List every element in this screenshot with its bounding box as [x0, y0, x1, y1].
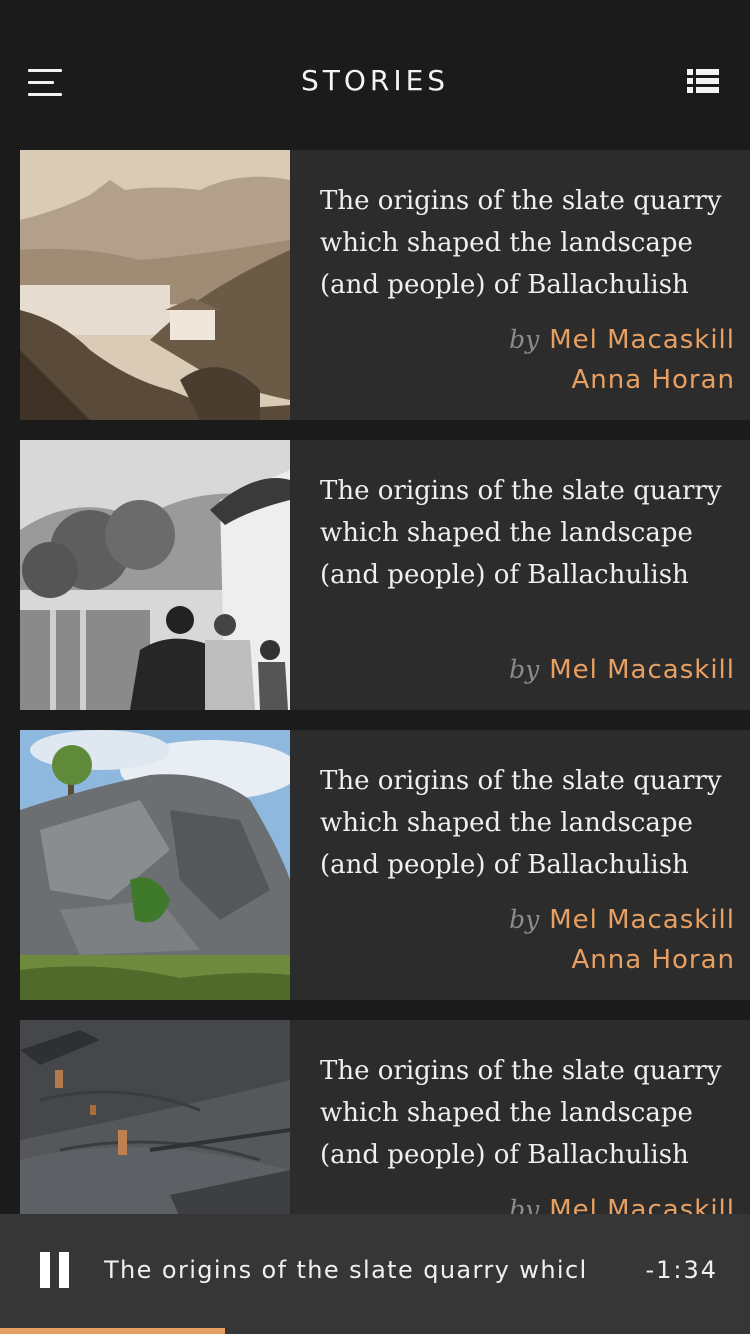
author-line: by Mel Macaskill — [509, 655, 735, 685]
story-title: The origins of the slate quarry which sh… — [320, 1056, 722, 1170]
author-name[interactable]: Mel Macaskill — [549, 325, 735, 355]
author-name[interactable]: Anna Horan — [509, 940, 735, 980]
pause-icon[interactable] — [40, 1252, 70, 1288]
story-authors: by Mel Macaskill — [509, 650, 735, 690]
story-authors: by Mel Macaskill Anna Horan — [509, 900, 735, 980]
app-header: STORIES — [0, 0, 750, 150]
author-line: by Mel Macaskill — [509, 1195, 735, 1214]
story-card[interactable]: The origins of the slate quarry which sh… — [20, 150, 750, 420]
audio-player-bar[interactable]: The origins of the slate quarry which -1… — [0, 1214, 750, 1334]
progress-bar[interactable] — [0, 1328, 750, 1334]
by-label: by — [509, 655, 540, 684]
by-label: by — [509, 1195, 540, 1214]
author-name[interactable]: Mel Macaskill — [549, 655, 735, 685]
story-card[interactable]: The origins of the slate quarry which sh… — [20, 1020, 750, 1214]
author-line: by Mel Macaskill — [509, 325, 735, 355]
story-authors: by Mel Macaskill Anna Horan — [509, 320, 735, 400]
story-thumbnail — [20, 1020, 290, 1214]
author-name[interactable]: Mel Macaskill — [549, 905, 735, 935]
story-title: The origins of the slate quarry which sh… — [320, 476, 722, 590]
author-line: by Mel Macaskill — [509, 905, 735, 935]
by-label: by — [509, 905, 540, 934]
author-name[interactable]: Mel Macaskill — [549, 1195, 735, 1214]
story-thumbnail — [20, 730, 290, 1000]
author-name[interactable]: Anna Horan — [509, 360, 735, 400]
story-title: The origins of the slate quarry which sh… — [320, 766, 722, 880]
page-title: STORIES — [300, 64, 450, 97]
story-thumbnail — [20, 150, 290, 420]
story-list[interactable]: The origins of the slate quarry which sh… — [20, 150, 750, 1214]
progress-fill — [0, 1328, 225, 1334]
list-view-icon[interactable] — [687, 69, 719, 93]
now-playing-title: The origins of the slate quarry which — [104, 1256, 584, 1284]
story-authors: by Mel Macaskill — [509, 1190, 735, 1214]
story-card[interactable]: The origins of the slate quarry which sh… — [20, 730, 750, 1000]
story-title: The origins of the slate quarry which sh… — [320, 186, 722, 300]
by-label: by — [509, 325, 540, 354]
story-thumbnail — [20, 440, 290, 710]
story-card[interactable]: The origins of the slate quarry which sh… — [20, 440, 750, 710]
time-remaining: -1:34 — [645, 1256, 718, 1284]
